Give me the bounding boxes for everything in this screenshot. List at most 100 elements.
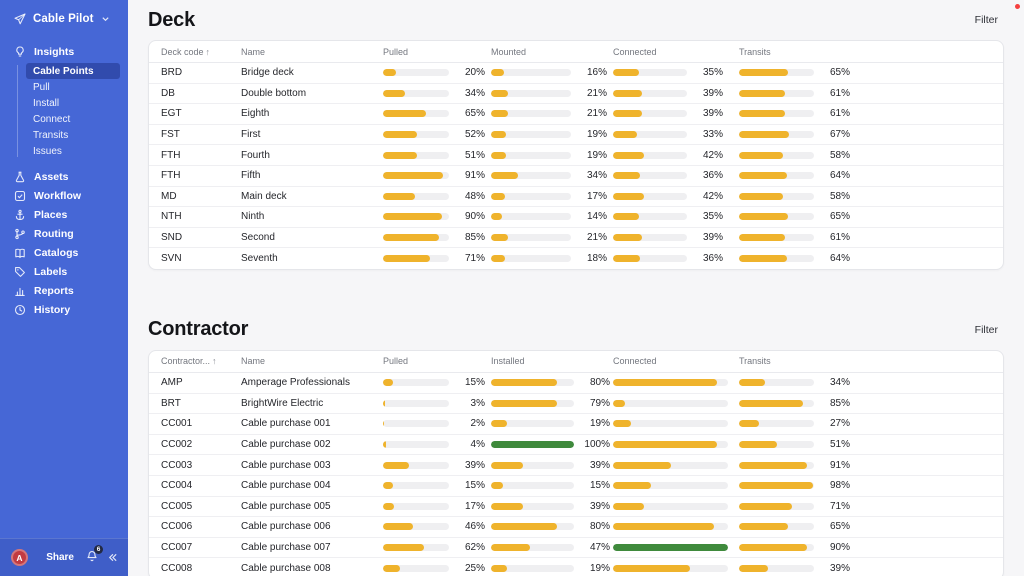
percent-label: 80% <box>580 521 610 532</box>
sidebar-item-catalogs[interactable]: Catalogs <box>8 243 120 262</box>
progress-cell-installed: 39% <box>491 460 613 471</box>
table-row[interactable]: AMPAmperage Professionals15%80%34% <box>149 373 1003 394</box>
table-row[interactable]: CC007Cable purchase 00762%47%90% <box>149 538 1003 559</box>
percent-label: 46% <box>455 521 485 532</box>
progress-track <box>383 379 449 386</box>
sidebar-item-label: Insights <box>34 46 74 58</box>
table-row[interactable]: FSTFirst52%19%33%67% <box>149 125 1003 146</box>
table-row[interactable]: CC001Cable purchase 0012%19%27% <box>149 414 1003 435</box>
table-row[interactable]: CC002Cable purchase 0024%100%51% <box>149 435 1003 456</box>
progress-cell-connected <box>613 565 739 572</box>
sidebar-footer: A Share 6 <box>0 538 128 576</box>
workspace-switcher[interactable]: Cable Pilot <box>0 0 128 38</box>
sidebar-item-places[interactable]: Places <box>8 205 120 224</box>
deck-filter-button[interactable]: Filter <box>969 10 1004 30</box>
table-row[interactable]: SNDSecond85%21%39%61% <box>149 228 1003 249</box>
lightbulb-icon <box>13 45 26 58</box>
sidebar-item-insights[interactable]: Insights <box>8 42 120 61</box>
percent-label: 19% <box>577 129 607 140</box>
table-row[interactable]: EGTEighth65%21%39%61% <box>149 104 1003 125</box>
percent-label: 100% <box>580 439 610 450</box>
percent-label: 98% <box>820 480 850 491</box>
table-row[interactable]: CC008Cable purchase 00825%19%39% <box>149 558 1003 576</box>
app-window: Cable Pilot Insights Cable PointsPullInst… <box>0 0 1024 576</box>
progress-fill <box>613 69 639 76</box>
table-row[interactable]: BRDBridge deck20%16%35%65% <box>149 63 1003 84</box>
progress-cell-transits: 64% <box>739 170 856 181</box>
table-row[interactable]: FTHFourth51%19%42%58% <box>149 145 1003 166</box>
progress-track <box>383 523 449 530</box>
percent-label: 17% <box>577 191 607 202</box>
tag-icon <box>13 265 26 278</box>
column-header-code[interactable]: Contractor...↑ <box>161 356 241 366</box>
percent-label: 71% <box>820 501 850 512</box>
column-header-code[interactable]: Deck code↑ <box>161 47 241 57</box>
name-cell: Cable purchase 005 <box>241 501 383 512</box>
table-row[interactable]: CC006Cable purchase 00646%80%65% <box>149 517 1003 538</box>
progress-track <box>491 131 571 138</box>
table-row[interactable]: SVNSeventh71%18%36%64% <box>149 248 1003 269</box>
table-row[interactable]: NTHNinth90%14%35%65% <box>149 207 1003 228</box>
percent-label: 27% <box>820 418 850 429</box>
table-row[interactable]: CC003Cable purchase 00339%39%91% <box>149 455 1003 476</box>
notifications-button[interactable]: 6 <box>85 549 98 567</box>
progress-fill <box>613 193 644 200</box>
name-cell: Cable purchase 006 <box>241 521 383 532</box>
sidebar-item-reports[interactable]: Reports <box>8 281 120 300</box>
progress-cell-pulled: 2% <box>383 418 491 429</box>
sidebar-item-labels[interactable]: Labels <box>8 262 120 281</box>
sidebar-subitem-transits[interactable]: Transits <box>26 127 120 143</box>
progress-cell-installed: 79% <box>491 398 613 409</box>
progress-track <box>613 131 687 138</box>
progress-track <box>491 172 571 179</box>
progress-cell-transits: 34% <box>739 377 856 388</box>
sidebar-item-workflow[interactable]: Workflow <box>8 186 120 205</box>
progress-fill <box>491 523 557 530</box>
column-header-transits: Transits <box>739 47 856 57</box>
table-row[interactable]: DBDouble bottom34%21%39%61% <box>149 84 1003 105</box>
share-button[interactable]: Share <box>46 552 74 563</box>
progress-cell-transits: 27% <box>739 418 856 429</box>
sidebar-subitem-issues[interactable]: Issues <box>26 143 120 159</box>
sidebar-subitem-cable-points[interactable]: Cable Points <box>26 63 120 79</box>
sidebar-item-assets[interactable]: Assets <box>8 167 120 186</box>
progress-fill <box>739 234 785 241</box>
progress-track <box>739 400 814 407</box>
progress-fill <box>491 565 507 572</box>
progress-cell-mounted: 18% <box>491 253 613 264</box>
table-row[interactable]: FTHFifth91%34%36%64% <box>149 166 1003 187</box>
sidebar-item-history[interactable]: History <box>8 300 120 319</box>
code-cell: BRD <box>161 67 241 78</box>
code-cell: FST <box>161 129 241 140</box>
table-row[interactable]: BRTBrightWire Electric3%79%85% <box>149 394 1003 415</box>
percent-label: 15% <box>580 480 610 491</box>
progress-track <box>613 213 687 220</box>
deck-table: Deck code↑NamePulledMountedConnectedTran… <box>148 40 1004 270</box>
sidebar-subitem-install[interactable]: Install <box>26 95 120 111</box>
avatar[interactable]: A <box>11 549 28 566</box>
progress-fill <box>739 255 787 262</box>
progress-cell-pulled: 25% <box>383 563 491 574</box>
table-row[interactable]: CC004Cable purchase 00415%15%98% <box>149 476 1003 497</box>
percent-label: 51% <box>820 439 850 450</box>
sidebar-subitem-pull[interactable]: Pull <box>26 79 120 95</box>
collapse-sidebar-icon[interactable] <box>107 552 118 563</box>
progress-fill <box>613 152 644 159</box>
progress-cell-pulled: 62% <box>383 542 491 553</box>
table-row[interactable]: MDMain deck48%17%42%58% <box>149 187 1003 208</box>
percent-label: 20% <box>455 67 485 78</box>
column-header-connected: Connected <box>613 47 739 57</box>
anchor-icon <box>13 208 26 221</box>
progress-cell-installed: 19% <box>491 563 613 574</box>
percent-label: 25% <box>455 563 485 574</box>
progress-cell-installed: 47% <box>491 542 613 553</box>
percent-label: 14% <box>577 211 607 222</box>
sidebar-item-routing[interactable]: Routing <box>8 224 120 243</box>
progress-cell-transits: 39% <box>739 563 856 574</box>
progress-cell-pulled: 39% <box>383 460 491 471</box>
progress-fill <box>739 90 785 97</box>
sidebar-subitem-connect[interactable]: Connect <box>26 111 120 127</box>
progress-track <box>739 503 814 510</box>
contractor-filter-button[interactable]: Filter <box>969 320 1004 340</box>
table-row[interactable]: CC005Cable purchase 00517%39%71% <box>149 497 1003 518</box>
